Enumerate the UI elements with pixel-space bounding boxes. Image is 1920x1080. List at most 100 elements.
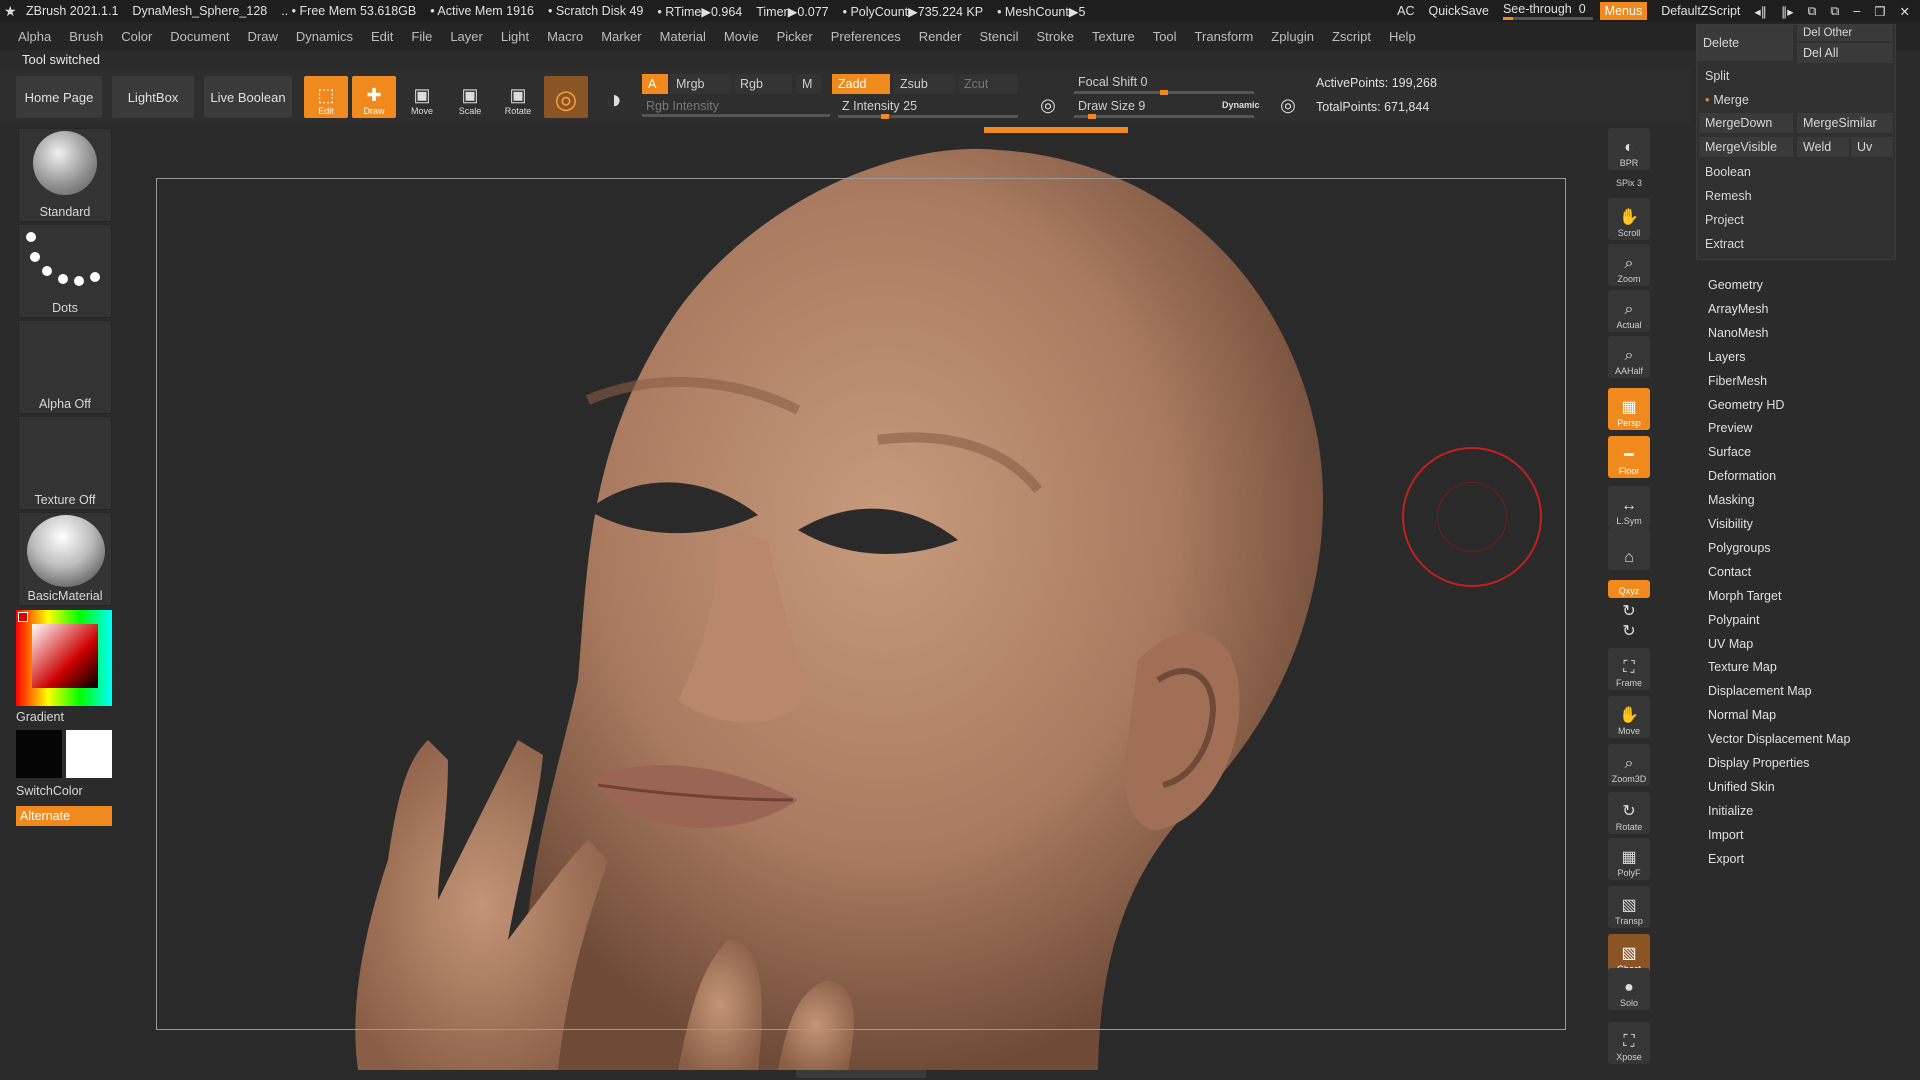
view-polyf-button[interactable]: ▦ PolyF [1608,838,1650,880]
merge-section[interactable]: • Merge [1697,89,1897,111]
view-qxyz-button[interactable]: Qxyz [1608,580,1650,598]
menu-color[interactable]: Color [121,29,152,44]
menu-macro[interactable]: Macro [547,29,583,44]
subpalette-uv-map[interactable]: UV Map [1708,637,1753,651]
view-l-sym-button[interactable]: ↔ L.Sym [1608,486,1650,528]
menu-zplugin[interactable]: Zplugin [1271,29,1314,44]
view-actual-button[interactable]: ⌕ Actual [1608,290,1650,332]
mergedown-button[interactable]: MergeDown [1699,113,1793,133]
subpalette-geometry[interactable]: Geometry [1708,278,1763,292]
color-swatch-button[interactable]: ◑ [592,76,636,118]
dynamic-label[interactable]: Dynamic [1222,100,1260,110]
menu-layer[interactable]: Layer [450,29,483,44]
menu-picker[interactable]: Picker [777,29,813,44]
zcut-toggle[interactable]: Zcut [958,74,1018,94]
menu-alpha[interactable]: Alpha [18,29,51,44]
gradient-label[interactable]: Gradient [16,710,64,724]
quicksave-button[interactable]: QuickSave [1429,4,1489,18]
layout-icon[interactable]: ◂∥ [1754,4,1767,19]
mergesimilar-button[interactable]: MergeSimilar [1797,113,1893,133]
subpalette-displacement-map[interactable]: Displacement Map [1708,684,1812,698]
view-aahalf-button[interactable]: ⌕ AAHalf [1608,336,1650,378]
close-icon[interactable]: ✕ [1900,4,1910,19]
zadd-toggle[interactable]: Zadd [832,74,890,94]
uv-button[interactable]: Uv [1851,137,1893,157]
menu-brush[interactable]: Brush [69,29,103,44]
subpalette-polypaint[interactable]: Polypaint [1708,613,1759,627]
secondary-color-swatch[interactable] [66,730,112,778]
menu-tool[interactable]: Tool [1153,29,1177,44]
see-through-slider[interactable]: See-through 0 [1502,2,1593,20]
extract-section[interactable]: Extract [1697,233,1897,255]
view-floor-button[interactable]: ━ Floor [1608,436,1650,478]
subpalette-initialize[interactable]: Initialize [1708,804,1753,818]
z-intensity-slider[interactable]: Z Intensity 25 [836,96,1016,116]
texture-thumbnail[interactable]: Texture Off [18,416,112,510]
menu-light[interactable]: Light [501,29,529,44]
material-swatch-button[interactable]: ◎ [544,76,588,118]
weld-button[interactable]: Weld [1797,137,1849,157]
rotate-button[interactable]: ▣ Rotate [496,76,540,118]
home-page-button[interactable]: Home Page [16,76,102,118]
subpalette-visibility[interactable]: Visibility [1708,517,1753,531]
stroke-thumbnail[interactable]: Dots [18,224,112,318]
menu-document[interactable]: Document [170,29,229,44]
minimize-icon[interactable]: – [1853,4,1860,18]
subpalette-nanomesh[interactable]: NanoMesh [1708,326,1768,340]
bottom-shelf-handle[interactable] [796,1070,926,1078]
subpalette-vector-displacement-map[interactable]: Vector Displacement Map [1708,732,1850,746]
scale-button[interactable]: ▣ Scale [448,76,492,118]
subpalette-polygroups[interactable]: Polygroups [1708,541,1771,555]
menus-button[interactable]: Menus [1599,2,1648,20]
project-section[interactable]: Project [1697,209,1897,231]
menu-stroke[interactable]: Stroke [1036,29,1074,44]
view-transp-button[interactable]: ▧ Transp [1608,886,1650,928]
layout-2-icon[interactable]: ∥▸ [1781,4,1794,19]
delete-button[interactable]: Delete [1697,25,1793,61]
boolean-section[interactable]: Boolean [1697,161,1897,183]
view-blank-12-button[interactable]: ↻ [1608,623,1650,644]
m-toggle[interactable]: M [796,74,822,94]
view-scroll-button[interactable]: ✋ Scroll [1608,198,1650,240]
view-rotate-button[interactable]: ↻ Rotate [1608,792,1650,834]
subpalette-masking[interactable]: Masking [1708,493,1755,507]
subpalette-layers[interactable]: Layers [1708,350,1746,364]
view-zoom-button[interactable]: ⌕ Zoom [1608,244,1650,286]
window-icon[interactable]: ⧉ [1807,4,1816,19]
menu-transform[interactable]: Transform [1195,29,1254,44]
alpha-thumbnail[interactable]: Alpha Off [18,320,112,414]
edit-button[interactable]: ⬚ Edit [304,76,348,118]
subpalette-export[interactable]: Export [1708,852,1744,866]
subpalette-deformation[interactable]: Deformation [1708,469,1776,483]
subpalette-geometry-hd[interactable]: Geometry HD [1708,398,1784,412]
window-2-icon[interactable]: ⧉ [1830,4,1839,19]
alternate-button[interactable]: Alternate [16,806,112,826]
dynamic-draw-size-button[interactable]: ◎ [1266,76,1310,118]
mrgb-toggle[interactable]: Mrgb [670,74,732,94]
subpalette-normal-map[interactable]: Normal Map [1708,708,1776,722]
del-all-button[interactable]: Del All [1797,43,1893,63]
mergevisible-button[interactable]: MergeVisible [1699,137,1793,157]
color-picker[interactable] [16,610,112,706]
menu-file[interactable]: File [411,29,432,44]
subpalette-fibermesh[interactable]: FiberMesh [1708,374,1767,388]
view-solo-button[interactable]: ● Solo [1608,968,1650,1010]
menu-texture[interactable]: Texture [1092,29,1135,44]
subpalette-display-properties[interactable]: Display Properties [1708,756,1809,770]
focal-shift-icon-button[interactable]: ◎ [1026,76,1070,118]
switchcolor-button[interactable]: SwitchColor [16,784,83,798]
menu-stencil[interactable]: Stencil [979,29,1018,44]
remesh-section[interactable]: Remesh [1697,185,1897,207]
restore-icon[interactable]: ❐ [1874,4,1885,19]
view-blank-9-button[interactable]: ⌂ [1608,528,1650,570]
live-boolean-button[interactable]: Live Boolean [204,76,292,118]
menu-dynamics[interactable]: Dynamics [296,29,353,44]
split-section[interactable]: Split [1697,65,1897,87]
menu-help[interactable]: Help [1389,29,1416,44]
menu-edit[interactable]: Edit [371,29,393,44]
view-persp-button[interactable]: ▦ Persp [1608,388,1650,430]
del-other-button[interactable]: Del Other [1797,25,1893,41]
menu-material[interactable]: Material [660,29,706,44]
menu-preferences[interactable]: Preferences [831,29,901,44]
primary-color-swatch[interactable] [16,730,62,778]
